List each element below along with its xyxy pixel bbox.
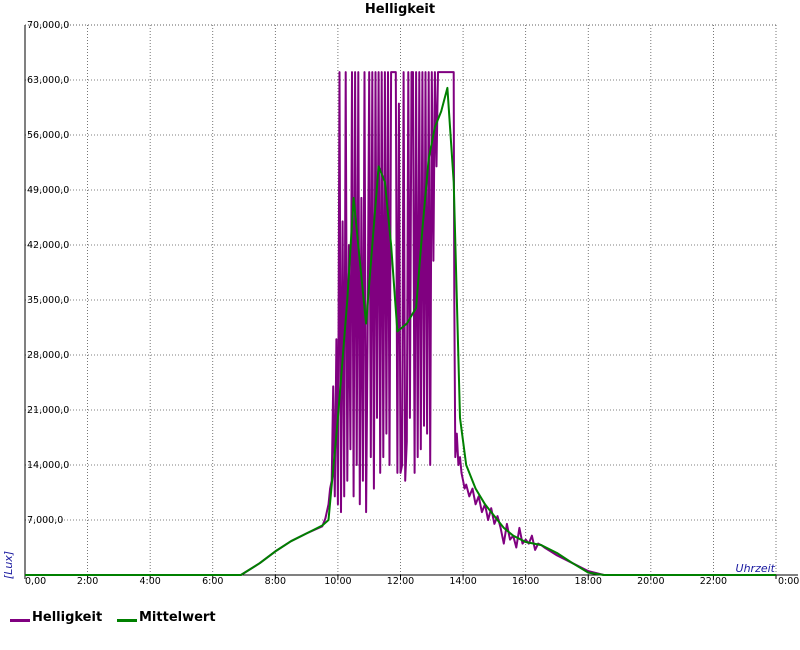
x-axis-label: Uhrzeit [736,562,776,575]
x-tick-label: 4:00 [139,576,160,587]
x-tick-label: 22:00 [700,576,727,587]
legend-swatch-helligkeit [10,618,30,622]
chart-title: Helligkeit [365,2,435,17]
x-tick-label: 0:00 [778,576,799,587]
legend-label-mittelwert: Mittelwert [139,609,216,625]
y-tick-label: 70,000,0 [27,20,69,31]
chart: Helligkeit 70,000,0 63,000,0 56,000,0 49,00… [2,2,799,587]
legend-item-helligkeit: Helligkeit [10,607,102,627]
x-tick-label: 8:00 [265,576,286,587]
y-tick-label: 49,000,0 [27,185,69,196]
x-tick-label: 0,00 [25,576,46,587]
y-tick-label: 35,000,0 [27,295,69,306]
x-tick-label: 12:00 [387,576,414,587]
y-tick-label: 14,000,0 [27,460,69,471]
legend-swatch-mittelwert [117,618,137,622]
x-tick-label: 18:00 [575,576,602,587]
x-tick-label: 16:00 [512,576,539,587]
x-tick-label: 2:00 [77,576,98,587]
y-tick-label: 7,000,0 [27,515,63,526]
y-tick-label: 28,000,0 [27,350,69,361]
x-tick-label: 14:00 [449,576,476,587]
y-axis-ticks: 70,000,0 63,000,0 56,000,0 49,000,0 42,000,0… [27,20,69,526]
y-axis-label: [Lux] [2,551,15,579]
legend-item-mittelwert: Mittelwert [117,607,216,627]
x-tick-label: 10:00 [324,576,351,587]
x-tick-label: 20:00 [637,576,664,587]
x-tick-label: 6:00 [202,576,223,587]
y-tick-label: 56,000,0 [27,130,69,141]
legend-label-helligkeit: Helligkeit [32,609,103,625]
x-axis-ticks: 0,00 2:00 4:00 6:00 8:00 10:00 12:00 14:00 16:00… [25,576,799,587]
y-tick-label: 63,000,0 [27,75,69,86]
y-tick-label: 42,000,0 [27,240,69,251]
y-tick-label: 21,000,0 [27,405,69,416]
